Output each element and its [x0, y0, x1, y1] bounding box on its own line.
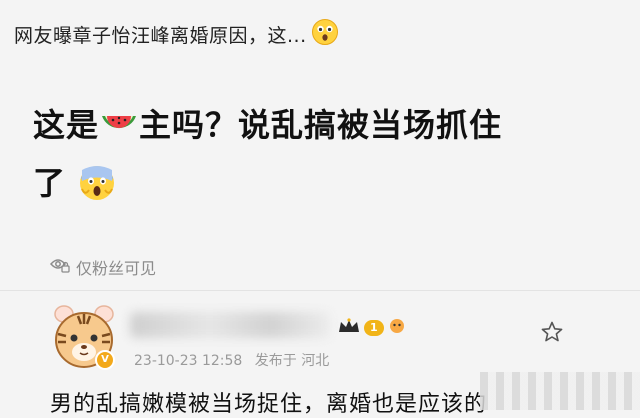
astonished-face-icon: [311, 18, 339, 51]
post-text: 这是 主吗？说乱搞被当场抓住 了: [33, 100, 593, 216]
mosaic-overlay: [480, 372, 640, 410]
username-redacted[interactable]: [130, 312, 330, 338]
divider: [0, 290, 640, 291]
watermelon-icon: [99, 108, 139, 158]
headline-text: 网友曝章子怡汪峰离婚原因，这...: [14, 25, 307, 47]
crown-icon: [338, 318, 360, 338]
screaming-face-icon: [78, 164, 116, 216]
verified-badge-icon: V: [95, 350, 115, 370]
post-text-part2: 主吗？说乱搞被当场抓住: [139, 106, 503, 144]
user-badges: 1: [338, 318, 406, 338]
fan-badge-icon: [388, 318, 406, 338]
visibility-text: 仅粉丝可见: [76, 259, 157, 278]
comment-text: 男的乱搞嫩模被当场捉住，离婚也是应该的: [50, 392, 488, 417]
visibility-label: 仅粉丝可见: [50, 255, 156, 279]
headline: 网友曝章子怡汪峰离婚原因，这...: [14, 18, 339, 51]
comment-location: 发布于 河北: [254, 353, 330, 369]
comment-timestamp: 23-10-23 12:58: [134, 353, 243, 369]
eye-lock-icon: [50, 256, 70, 278]
comment-meta: 23-10-23 12:58 发布于 河北: [134, 350, 329, 370]
post-text-part1: 这是: [33, 106, 100, 144]
post-text-line2: 了: [33, 164, 67, 202]
level-badge: 1: [364, 320, 384, 336]
star-outline-icon[interactable]: [540, 320, 564, 344]
